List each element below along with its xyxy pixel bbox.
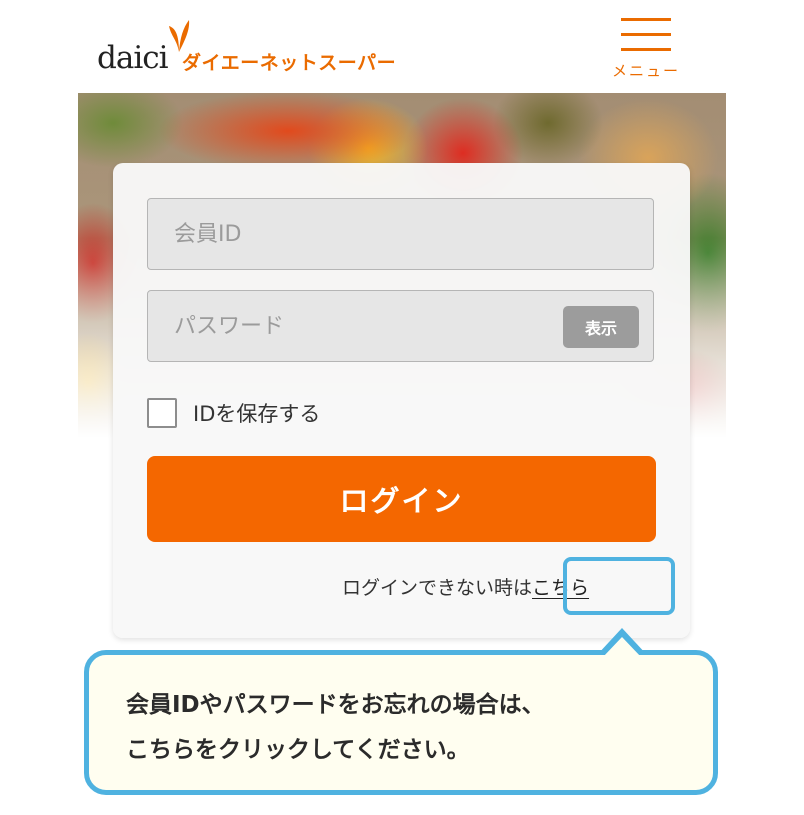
link-highlight: [563, 557, 675, 615]
callout-line: こちらをクリックしてください。: [126, 737, 470, 763]
logo-wordmark: daici: [97, 40, 169, 76]
logo-tagline: ダイエーネットスーパー: [182, 52, 397, 74]
help-callout: 会員IDやパスワードをお忘れの場合は、 こちらをクリックしてください。: [84, 650, 718, 795]
hamburger-icon-bar: [621, 48, 671, 51]
show-password-button[interactable]: 表示: [563, 306, 639, 348]
hamburger-icon-bar: [621, 18, 671, 21]
leaf-icon: [169, 20, 190, 52]
callout-tail-fill: [603, 637, 641, 657]
forgot-login: ログインできない時はこちら: [342, 573, 589, 600]
login-button[interactable]: ログイン: [147, 456, 656, 542]
callout-line: 会員IDやパスワードをお忘れの場合は、: [126, 692, 545, 718]
remember-id-toggle[interactable]: IDを保存する: [147, 397, 320, 429]
remember-id-label: IDを保存する: [193, 402, 321, 426]
menu-label: メニュー: [611, 62, 680, 80]
callout-text: 会員IDやパスワードをお忘れの場合は、 こちらをクリックしてください。: [126, 683, 696, 773]
menu-button[interactable]: メニュー: [604, 14, 688, 82]
remember-id-checkbox[interactable]: [147, 398, 177, 428]
hamburger-icon-bar: [621, 33, 671, 36]
forgot-text: ログインできない時は: [342, 577, 533, 599]
member-id-input[interactable]: [147, 198, 654, 270]
